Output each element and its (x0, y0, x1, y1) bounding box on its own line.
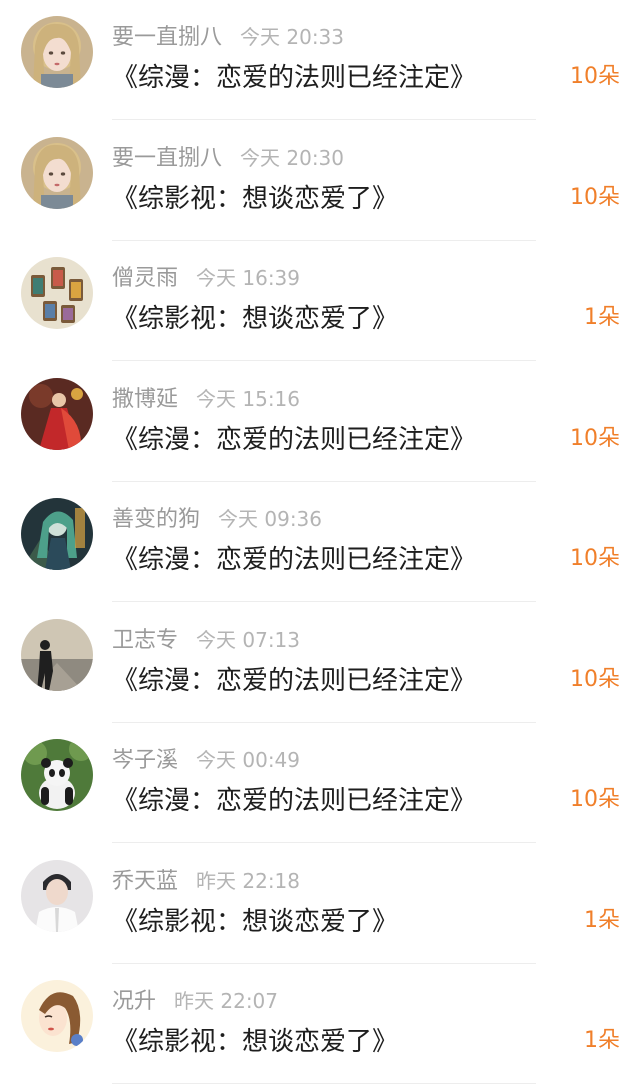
silhouette-road-avatar[interactable] (21, 618, 93, 691)
gift-record-item[interactable]: 要一直捌八 今天 20:33 《综漫：恋爱的法则已经注定》 10朵 (0, 0, 640, 120)
book-title[interactable]: 《综影视：想谈恋爱了》 (112, 298, 398, 335)
gift-record-item[interactable]: 况升 昨天 22:07 《综影视：想谈恋爱了》 1朵 (0, 964, 640, 1084)
flower-count: 1朵 (584, 907, 620, 933)
row-divider (112, 1083, 536, 1084)
record-meta: 善变的狗 今天 09:36 (112, 501, 323, 532)
gift-record-item[interactable]: 卫志专 今天 07:13 《综漫：恋爱的法则已经注定》 10朵 (0, 603, 640, 723)
record-meta: 况升 昨天 22:07 (112, 983, 279, 1014)
book-title[interactable]: 《综漫：恋爱的法则已经注定》 (112, 780, 476, 817)
record-meta: 岑子溪 今天 00:49 (112, 742, 301, 773)
username[interactable]: 撒博延 (112, 387, 178, 412)
gift-record-item[interactable]: 僧灵雨 今天 16:39 《综影视：想谈恋爱了》 1朵 (0, 241, 640, 361)
username[interactable]: 况升 (112, 989, 156, 1014)
red-dress-figure-avatar[interactable] (21, 377, 93, 450)
timestamp: 今天 07:13 (196, 627, 301, 652)
book-title[interactable]: 《综漫：恋爱的法则已经注定》 (112, 539, 476, 576)
timestamp: 今天 09:36 (218, 507, 323, 531)
timestamp: 昨天 22:18 (196, 868, 301, 893)
anime-girl-blonde-avatar[interactable] (21, 16, 93, 88)
timestamp: 今天 20:30 (240, 145, 345, 170)
record-meta: 卫志专 今天 07:13 (112, 622, 301, 653)
book-title[interactable]: 《综影视：想谈恋爱了》 (112, 178, 398, 215)
timestamp: 今天 15:16 (196, 386, 301, 411)
book-title[interactable]: 《综漫：恋爱的法则已经注定》 (112, 660, 476, 697)
gift-record-item[interactable]: 撒博延 今天 15:16 《综漫：恋爱的法则已经注定》 10朵 (0, 362, 640, 482)
book-title[interactable]: 《综影视：想谈恋爱了》 (112, 1021, 398, 1058)
illustrated-girl-avatar[interactable] (21, 980, 93, 1052)
book-title[interactable]: 《综影视：想谈恋爱了》 (112, 901, 398, 938)
record-meta: 僧灵雨 今天 16:39 (112, 260, 301, 291)
flower-count: 1朵 (584, 305, 620, 330)
username[interactable]: 善变的狗 (112, 507, 200, 532)
record-meta: 乔天蓝 昨天 22:18 (112, 863, 301, 894)
panda-avatar[interactable] (21, 739, 93, 811)
flower-count: 10朵 (570, 546, 620, 571)
gift-record-list: 要一直捌八 今天 20:33 《综漫：恋爱的法则已经注定》 10朵 要一直捌八 今天 20… (0, 0, 640, 1089)
gift-record-item[interactable]: 要一直捌八 今天 20:30 《综影视：想谈恋爱了》 10朵 (0, 121, 640, 241)
username[interactable]: 要一直捌八 (112, 25, 222, 50)
username[interactable]: 要一直捌八 (112, 146, 222, 171)
flower-count: 1朵 (584, 1028, 620, 1053)
timestamp: 今天 16:39 (196, 266, 301, 290)
person-white-shirt-avatar[interactable] (21, 859, 93, 932)
record-meta: 要一直捌八 今天 20:30 (112, 140, 345, 171)
book-title[interactable]: 《综漫：恋爱的法则已经注定》 (112, 57, 476, 94)
gift-record-item[interactable]: 善变的狗 今天 09:36 《综漫：恋爱的法则已经注定》 10朵 (0, 482, 640, 602)
timestamp: 昨天 22:07 (174, 989, 279, 1013)
flower-count: 10朵 (570, 64, 620, 89)
book-title[interactable]: 《综漫：恋爱的法则已经注定》 (112, 419, 476, 456)
flower-count: 10朵 (570, 666, 620, 692)
flower-count: 10朵 (570, 184, 620, 210)
username[interactable]: 乔天蓝 (112, 869, 178, 894)
username[interactable]: 岑子溪 (112, 748, 178, 773)
username[interactable]: 僧灵雨 (112, 266, 178, 291)
thread-spools-avatar[interactable] (21, 257, 93, 329)
timestamp: 今天 20:33 (240, 25, 345, 49)
gift-record-item[interactable]: 乔天蓝 昨天 22:18 《综影视：想谈恋爱了》 1朵 (0, 844, 640, 964)
username[interactable]: 卫志专 (112, 628, 178, 653)
record-meta: 撒博延 今天 15:16 (112, 381, 301, 412)
anime-character-green-avatar[interactable] (21, 498, 93, 570)
anime-girl-blonde-avatar[interactable] (21, 136, 93, 209)
flower-count: 10朵 (570, 425, 620, 451)
record-meta: 要一直捌八 今天 20:33 (112, 19, 345, 50)
gift-record-item[interactable]: 岑子溪 今天 00:49 《综漫：恋爱的法则已经注定》 10朵 (0, 723, 640, 843)
timestamp: 今天 00:49 (196, 748, 301, 772)
flower-count: 10朵 (570, 787, 620, 812)
